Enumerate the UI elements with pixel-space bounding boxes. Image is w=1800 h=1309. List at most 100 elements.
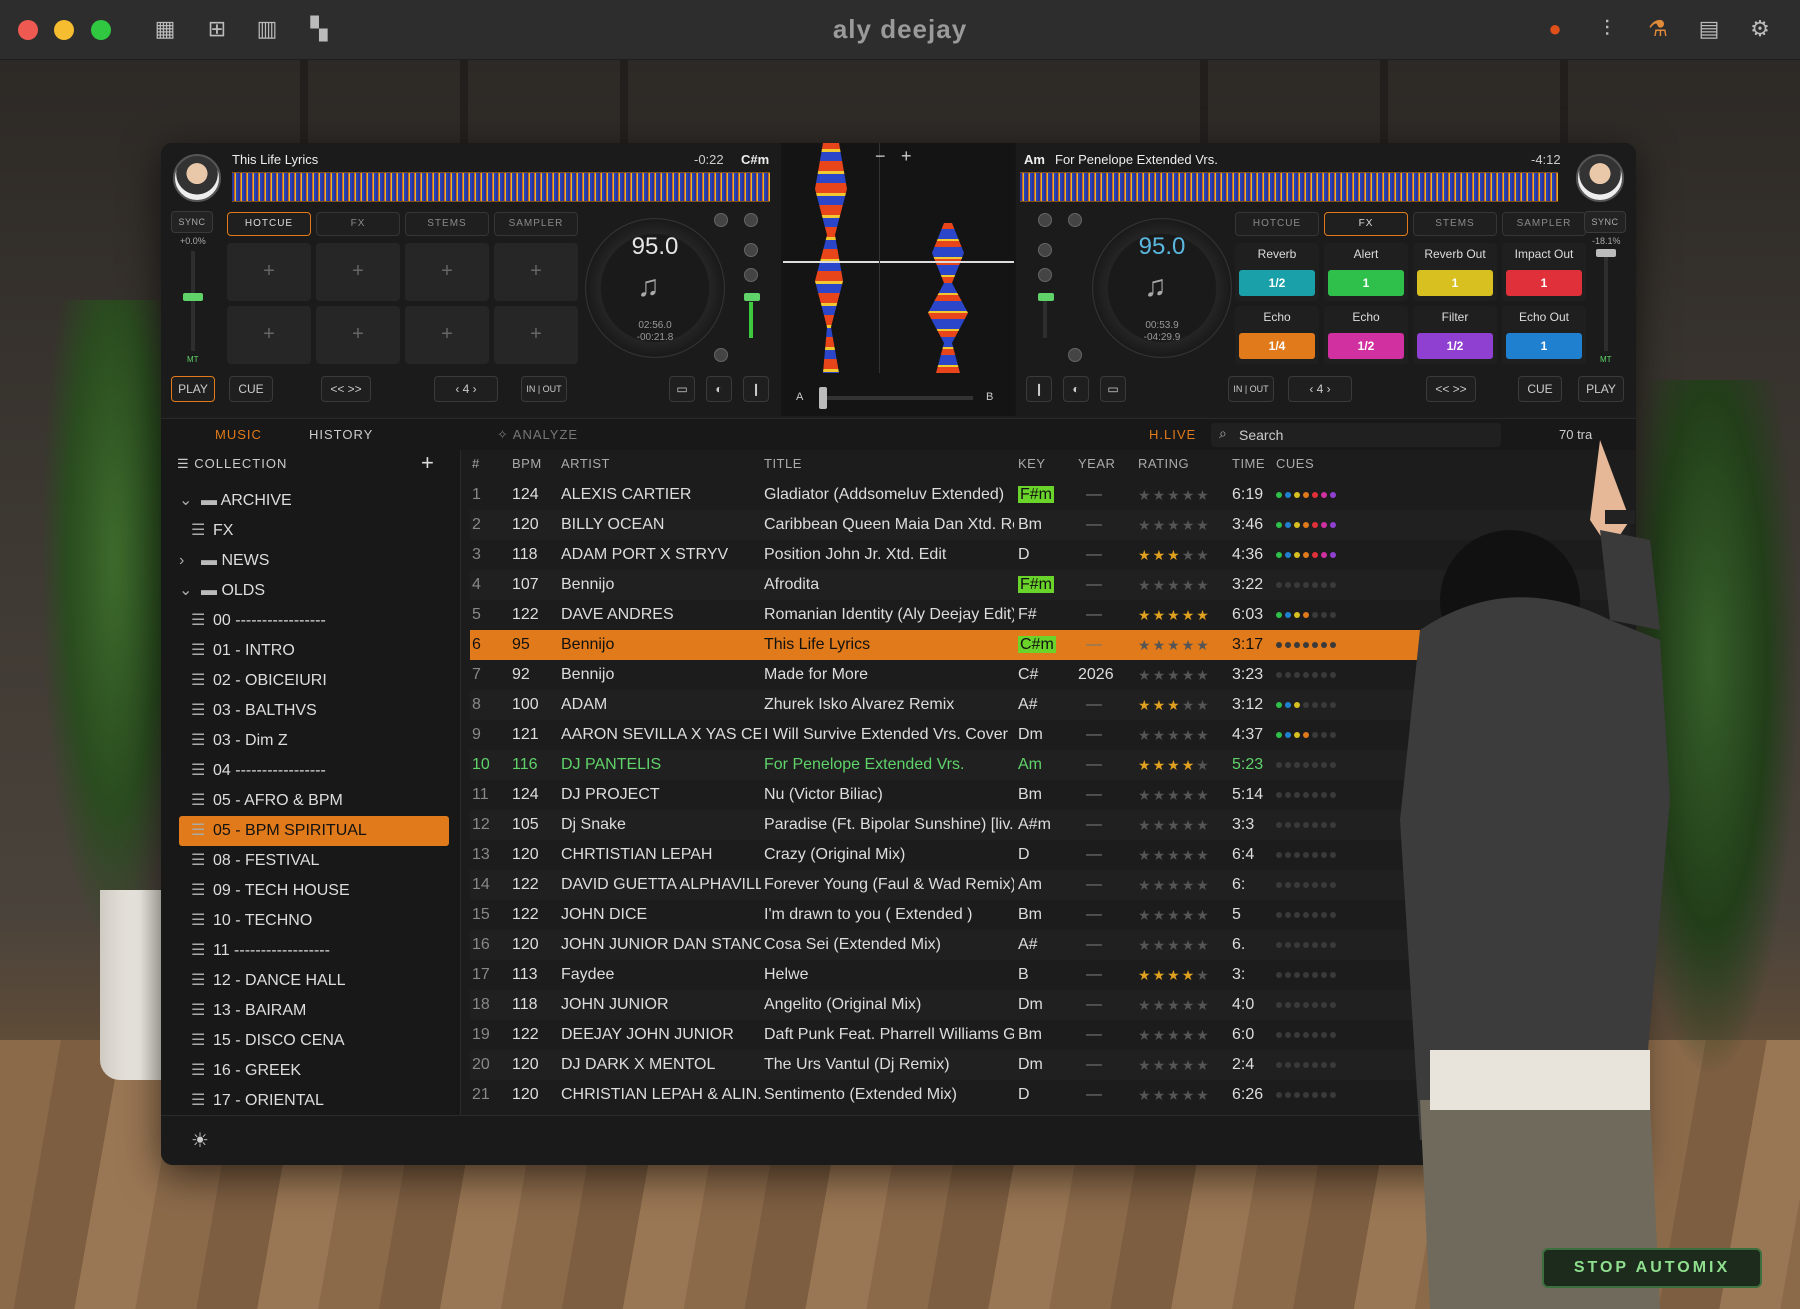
deck-b-loop-size[interactable]: ‹ 4 › — [1288, 376, 1352, 402]
deck-a-vertical-waveform[interactable] — [815, 143, 847, 373]
sidebar-playlist[interactable]: ☰ 17 - ORIENTAL — [179, 1086, 449, 1115]
deck-b-tab-sampler[interactable]: SAMPLER — [1502, 212, 1586, 236]
stop-automix-button[interactable]: STOP AUTOMIX — [1542, 1248, 1762, 1288]
deck-b-pitch-handle[interactable] — [1596, 249, 1616, 257]
deck-b-play-button[interactable]: PLAY — [1578, 376, 1624, 402]
deck-a-headphone-icon[interactable]: ◐ — [706, 376, 732, 402]
fx-pad-value[interactable]: 1/2 — [1417, 333, 1493, 359]
fx-pad-value[interactable]: 1 — [1506, 333, 1582, 359]
sidebar-playlist[interactable]: ☰ 16 - GREEK — [179, 1056, 449, 1086]
fx-pad-7[interactable]: Filter 1/2 — [1413, 306, 1497, 364]
deck-a-filter-knob[interactable] — [714, 348, 728, 362]
hotcue-pad-7[interactable]: + — [405, 306, 489, 364]
column-header[interactable]: RATING — [1138, 450, 1189, 478]
column-header[interactable]: # — [472, 450, 480, 478]
collection-header[interactable]: ☰ COLLECTION — [177, 456, 287, 472]
tab-music[interactable]: MUSIC — [215, 427, 262, 442]
rating-stars[interactable]: ★★★★★ — [1138, 750, 1211, 780]
hotcue-pad-5[interactable]: + — [227, 306, 311, 364]
fx-pad-8[interactable]: Echo Out 1 — [1502, 306, 1586, 364]
fx-pad-value[interactable]: 1/2 — [1328, 333, 1404, 359]
rating-stars[interactable]: ★★★★★ — [1138, 930, 1211, 960]
sidebar-folder[interactable]: ⌄ ▬ ARCHIVE — [179, 486, 449, 516]
rating-stars[interactable]: ★★★★★ — [1138, 720, 1211, 750]
sidebar-playlist[interactable]: ☰ 01 - INTRO — [179, 636, 449, 666]
rating-stars[interactable]: ★★★★★ — [1138, 630, 1211, 660]
hotcue-pad-8[interactable]: + — [494, 306, 578, 364]
rating-stars[interactable]: ★★★★★ — [1138, 900, 1211, 930]
hotcue-pad-4[interactable]: + — [494, 243, 578, 301]
fx-pad-value[interactable]: 1/4 — [1239, 333, 1315, 359]
deck-a-tab-fx[interactable]: FX — [316, 212, 400, 236]
deck-b-waveform[interactable] — [1020, 172, 1558, 202]
minimize-window-button[interactable] — [54, 20, 74, 40]
rating-stars[interactable]: ★★★★★ — [1138, 660, 1211, 690]
sidebar-playlist[interactable]: ☰ 12 - DANCE HALL — [179, 966, 449, 996]
tab-history[interactable]: HISTORY — [309, 427, 373, 442]
deck-b-keylock-icon[interactable]: ▭ — [1100, 376, 1126, 402]
column-header[interactable]: TIME — [1232, 450, 1265, 478]
deck-b-tab-fx[interactable]: FX — [1324, 212, 1408, 236]
deck-b-vertical-waveform[interactable] — [928, 223, 968, 373]
fx-pad-value[interactable]: 1/2 — [1239, 270, 1315, 296]
sidebar-playlist[interactable]: ☰ 05 - BPM SPIRITUAL — [179, 816, 449, 846]
sidebar-playlist[interactable]: ☰ 08 - FESTIVAL — [179, 846, 449, 876]
deck-a-volume-handle[interactable] — [744, 293, 760, 301]
deck-a-tab-sampler[interactable]: SAMPLER — [494, 212, 578, 236]
deck-a-waveform[interactable] — [232, 172, 770, 202]
chevron-right-icon[interactable]: › — [179, 546, 201, 576]
rating-stars[interactable]: ★★★★★ — [1138, 1020, 1211, 1050]
rating-stars[interactable]: ★★★★★ — [1138, 1050, 1211, 1080]
rating-stars[interactable]: ★★★★★ — [1138, 480, 1211, 510]
deck-b-mid-knob[interactable] — [1038, 243, 1052, 257]
deck-a-in-out[interactable]: IN | OUT — [521, 376, 567, 402]
deck-b-master-knob[interactable] — [1068, 213, 1082, 227]
column-header[interactable]: YEAR — [1078, 450, 1115, 478]
deck-a-cue-button[interactable]: CUE — [229, 376, 273, 402]
sidebar-playlist[interactable]: ☰ 03 - Dim Z — [179, 726, 449, 756]
rating-stars[interactable]: ★★★★★ — [1138, 810, 1211, 840]
deck-a-pitch-fader[interactable] — [191, 251, 195, 351]
deck-b-filter-knob[interactable] — [1068, 348, 1082, 362]
fx-pad-4[interactable]: Impact Out 1 — [1502, 243, 1586, 301]
sidebar-playlist[interactable]: ☰ 03 - BALTHVS — [179, 696, 449, 726]
deck-b-pitch-fader[interactable] — [1604, 251, 1608, 351]
sidebar-playlist[interactable]: ☰ 11 ------------------ — [179, 936, 449, 966]
sidebar-folder[interactable]: ⌄ ▬ OLDS — [179, 576, 449, 606]
sidebar-folder[interactable]: › ▬ NEWS — [179, 546, 449, 576]
deck-b-in-out[interactable]: IN | OUT — [1228, 376, 1274, 402]
add-playlist-icon[interactable]: + — [421, 450, 434, 476]
deck-b-tab-stems[interactable]: STEMS — [1413, 212, 1497, 236]
fx-pad-3[interactable]: Reverb Out 1 — [1413, 243, 1497, 301]
deck-a-play-button[interactable]: PLAY — [171, 376, 215, 402]
rating-stars[interactable]: ★★★★★ — [1138, 960, 1211, 990]
sidebar-playlist[interactable]: ☰ 15 - DISCO CENA — [179, 1026, 449, 1056]
hotcue-pad-3[interactable]: + — [405, 243, 489, 301]
lab-icon[interactable]: ⚗ — [1645, 16, 1671, 42]
column-header[interactable]: BPM — [512, 450, 542, 478]
sidebar-playlist[interactable]: ☰ 05 - AFRO & BPM — [179, 786, 449, 816]
column-header[interactable]: TITLE — [764, 450, 802, 478]
sidebar-playlist[interactable]: ☰ 02 - OBICEIURI — [179, 666, 449, 696]
hotcue-pad-2[interactable]: + — [316, 243, 400, 301]
deck-a-slip-icon[interactable]: ❙ — [743, 376, 769, 402]
zoom-in-button[interactable]: + — [901, 146, 912, 167]
brightness-icon[interactable]: ☀ — [191, 1128, 209, 1153]
fx-pad-value[interactable]: 1 — [1506, 270, 1582, 296]
fx-pad-2[interactable]: Alert 1 — [1324, 243, 1408, 301]
sliders-icon[interactable]: ⫶ — [1594, 16, 1620, 42]
rating-stars[interactable]: ★★★★★ — [1138, 780, 1211, 810]
deck-b-high-knob[interactable] — [1038, 213, 1052, 227]
deck-a-sync-button[interactable]: SYNC — [171, 211, 213, 233]
deck-b-volume-handle[interactable] — [1038, 293, 1054, 301]
search-input[interactable]: Search — [1239, 427, 1283, 443]
sidebar-playlist[interactable]: ☰ 09 - TECH HOUSE — [179, 876, 449, 906]
deck-a-tab-stems[interactable]: STEMS — [405, 212, 489, 236]
crossfader[interactable] — [823, 396, 973, 400]
layout-icon[interactable]: ▚ — [306, 16, 332, 42]
sidebar-playlist[interactable]: ☰ 10 - TECHNO — [179, 906, 449, 936]
column-header[interactable]: ARTIST — [561, 450, 610, 478]
fx-pad-5[interactable]: Echo 1/4 — [1235, 306, 1319, 364]
deck-a-tab-hotcue[interactable]: HOTCUE — [227, 212, 311, 236]
rating-stars[interactable]: ★★★★★ — [1138, 840, 1211, 870]
